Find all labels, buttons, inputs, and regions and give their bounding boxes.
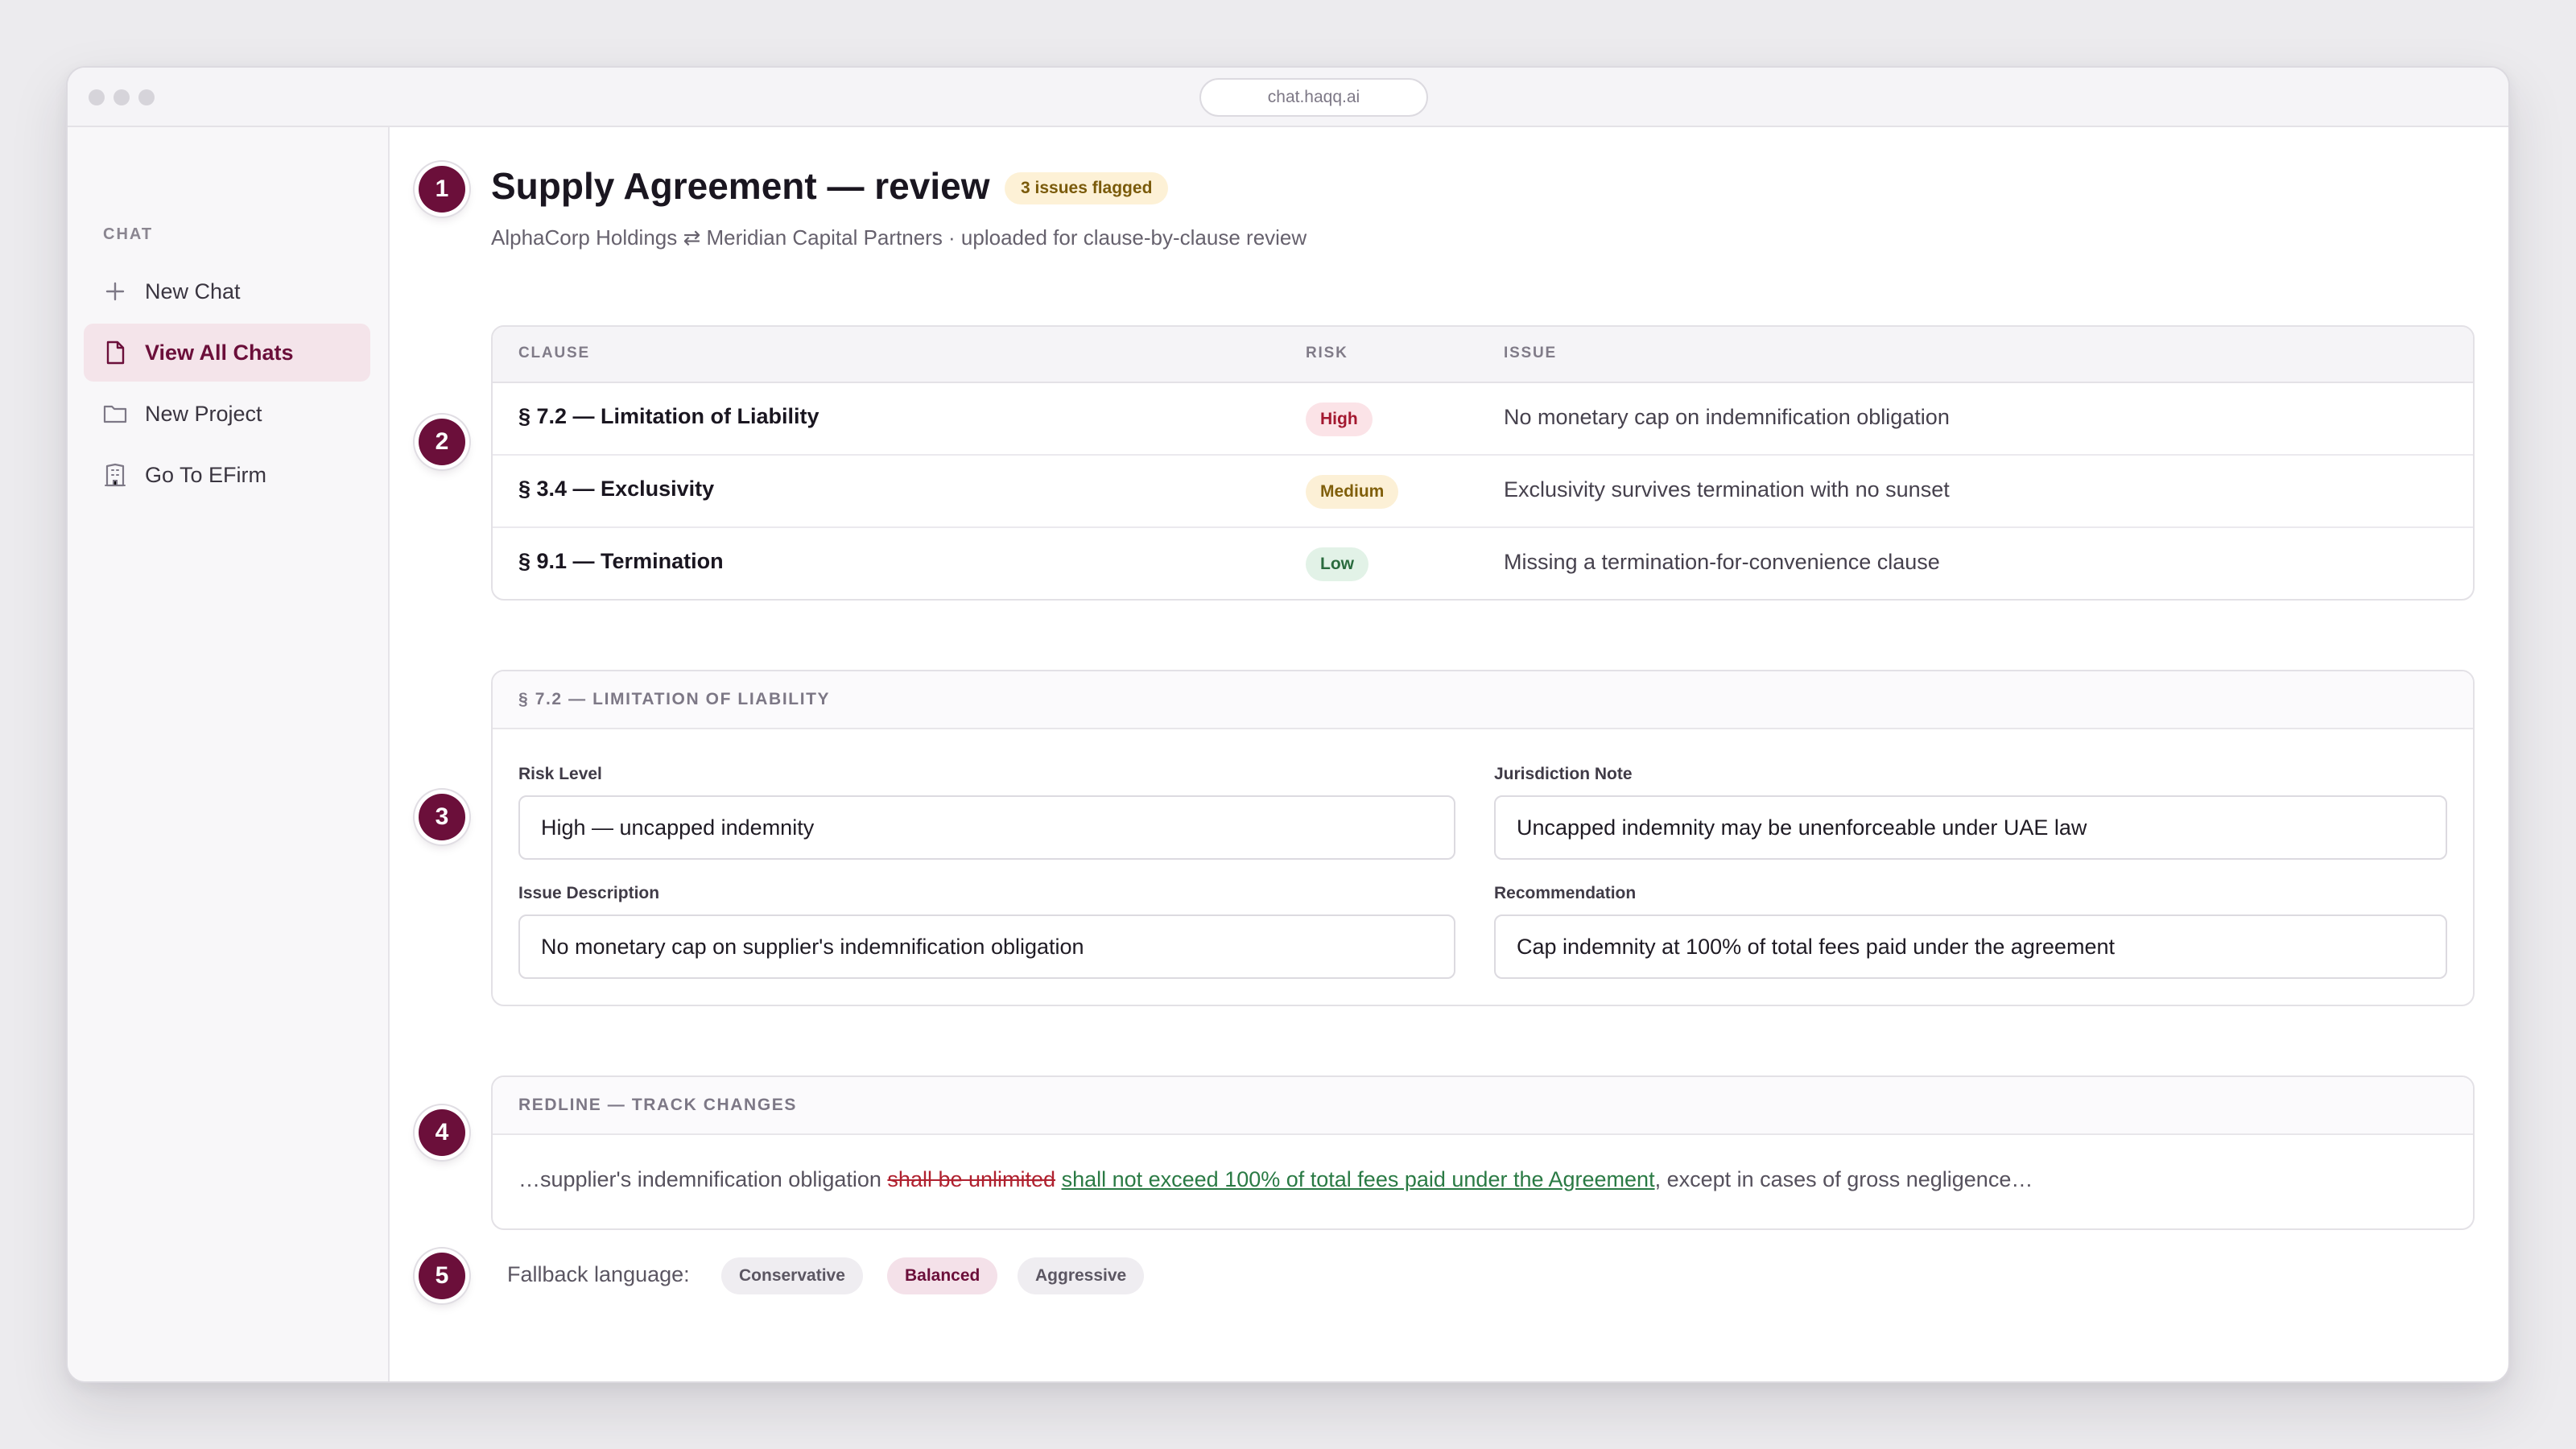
sidebar-item-label: New Chat (145, 279, 241, 303)
fallback-language-label: Fallback language: (507, 1262, 690, 1286)
column-header-issue: ISSUE (1504, 345, 1558, 361)
column-header-clause: CLAUSE (518, 345, 590, 361)
step-marker-3: 3 (419, 794, 465, 840)
risk-badge-high: High (1306, 402, 1373, 436)
plus-icon (103, 279, 127, 303)
issues-flagged-badge: 3 issues flagged (1005, 172, 1169, 204)
sidebar-item-label: New Project (145, 401, 262, 426)
clause-cell: § 9.1 — Termination (518, 549, 724, 573)
step-marker-4: 4 (419, 1109, 465, 1156)
risk-badge-medium: Medium (1306, 475, 1399, 509)
issue-cell: Exclusivity survives termination with no… (1504, 477, 1950, 502)
sidebar-item-label: View All Chats (145, 340, 294, 365)
sidebar-section-label: CHAT (103, 225, 154, 243)
document-icon (103, 341, 127, 365)
issue-description-field[interactable]: No monetary cap on supplier's indemnific… (518, 914, 1455, 979)
page-title: Supply Agreement — review (491, 165, 990, 207)
redline-text: …supplier's indemnification obligation s… (518, 1167, 2033, 1192)
recommendation-field[interactable]: Cap indemnity at 100% of total fees paid… (1494, 914, 2447, 979)
issues-table: CLAUSE RISK ISSUE § 7.2 — Limitation of … (491, 325, 2475, 601)
table-row[interactable]: § 7.2 — Limitation of Liability High No … (493, 383, 2473, 456)
jurisdiction-note-label: Jurisdiction Note (1494, 765, 1633, 783)
fallback-option-conservative[interactable]: Conservative (721, 1257, 863, 1294)
risk-badge-low: Low (1306, 547, 1368, 581)
redline-prefix: …supplier's indemnification obligation (518, 1167, 888, 1191)
redline-suffix: , except in cases of gross negligence… (1654, 1167, 2033, 1191)
clause-detail-heading: § 7.2 — LIMITATION OF LIABILITY (493, 671, 2473, 729)
sidebar-item-label: Go To EFirm (145, 462, 267, 487)
redline-inserted-text: shall not exceed 100% of total fees paid… (1061, 1167, 1655, 1191)
building-icon (103, 463, 127, 487)
sidebar-item-go-to-efirm[interactable]: Go To EFirm (84, 446, 370, 504)
step-marker-5: 5 (419, 1253, 465, 1299)
fallback-option-balanced[interactable]: Balanced (887, 1257, 998, 1294)
risk-level-label: Risk Level (518, 765, 602, 783)
risk-level-field[interactable]: High — uncapped indemnity (518, 795, 1455, 860)
clause-detail-card: § 7.2 — LIMITATION OF LIABILITY Risk Lev… (491, 670, 2475, 1006)
issue-description-label: Issue Description (518, 884, 660, 902)
redline-deleted-text: shall be unlimited (887, 1167, 1056, 1191)
redline-heading: REDLINE — TRACK CHANGES (493, 1077, 2473, 1135)
sidebar-item-new-project[interactable]: New Project (84, 385, 370, 443)
sidebar: CHAT New Chat View All Chats New Project… (68, 127, 390, 1381)
recommendation-label: Recommendation (1494, 884, 1637, 902)
sidebar-item-new-chat[interactable]: New Chat (84, 262, 370, 320)
clause-cell: § 7.2 — Limitation of Liability (518, 404, 819, 428)
issue-cell: No monetary cap on indemnification oblig… (1504, 405, 1950, 429)
folder-icon (103, 402, 127, 426)
redline-card: REDLINE — TRACK CHANGES …supplier's inde… (491, 1075, 2475, 1230)
table-row[interactable]: § 9.1 — Termination Low Missing a termin… (493, 528, 2473, 599)
fallback-option-aggressive[interactable]: Aggressive (1018, 1257, 1145, 1294)
page-subtitle: AlphaCorp Holdings ⇄ Meridian Capital Pa… (491, 225, 1307, 250)
issue-cell: Missing a termination-for-convenience cl… (1504, 550, 1940, 574)
clause-cell: § 3.4 — Exclusivity (518, 477, 715, 501)
table-header: CLAUSE RISK ISSUE (493, 327, 2473, 383)
column-header-risk: RISK (1306, 345, 1348, 361)
title-bar: chat.haqq.ai (68, 68, 2508, 127)
window-close-dot[interactable] (89, 89, 105, 105)
step-marker-1: 1 (419, 166, 465, 213)
step-marker-2: 2 (419, 419, 465, 465)
window-minimize-dot[interactable] (114, 89, 130, 105)
jurisdiction-note-field[interactable]: Uncapped indemnity may be unenforceable … (1494, 795, 2447, 860)
table-row[interactable]: § 3.4 — Exclusivity Medium Exclusivity s… (493, 456, 2473, 528)
url-bar[interactable]: chat.haqq.ai (1199, 78, 1428, 117)
sidebar-item-view-all-chats[interactable]: View All Chats (84, 324, 370, 382)
window-zoom-dot[interactable] (138, 89, 155, 105)
